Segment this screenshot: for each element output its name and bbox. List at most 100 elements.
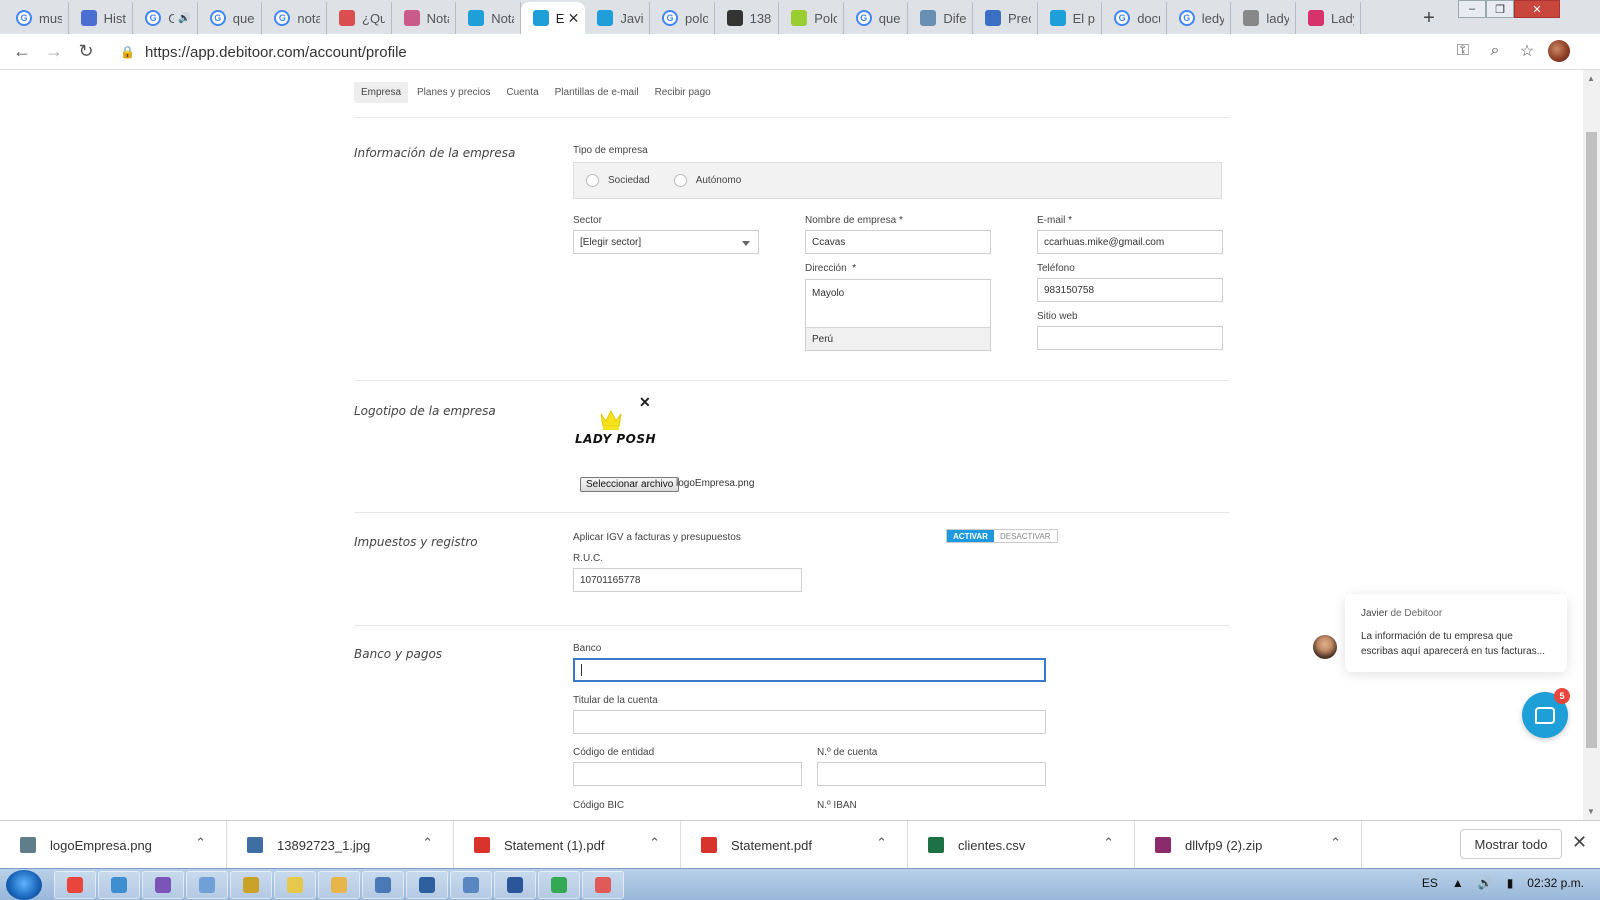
taskbar-app-button[interactable] bbox=[186, 871, 228, 899]
subnav-tab[interactable]: Recibir pago bbox=[648, 82, 718, 103]
download-item[interactable]: 13892723_1.jpg ⌃ bbox=[227, 821, 454, 869]
radio-autonomo[interactable]: Autónomo bbox=[673, 174, 741, 187]
close-download-shelf-icon[interactable]: ✕ bbox=[1572, 832, 1587, 853]
restore-button[interactable]: ❐ bbox=[1486, 0, 1514, 18]
phone-input[interactable]: 983150758 bbox=[1037, 278, 1223, 302]
download-item[interactable]: clientes.csv ⌃ bbox=[908, 821, 1135, 869]
browser-tab[interactable]: Gpolo bbox=[650, 2, 715, 34]
entity-code-input[interactable] bbox=[573, 762, 802, 786]
browser-tab[interactable]: Gque bbox=[844, 2, 909, 34]
close-tab-icon[interactable]: ✕ bbox=[564, 10, 580, 27]
browser-tab[interactable]: Gledy bbox=[1167, 2, 1232, 34]
browser-tab[interactable]: 1389 bbox=[715, 2, 780, 34]
taskbar-app-button[interactable] bbox=[494, 871, 536, 899]
browser-tab[interactable]: GG 🔊 bbox=[133, 2, 198, 34]
subnav-tab[interactable]: Planes y precios bbox=[410, 82, 497, 103]
scrollbar-thumb[interactable] bbox=[1586, 132, 1597, 748]
scroll-down-icon[interactable]: ▼ bbox=[1587, 807, 1595, 816]
browser-tab[interactable]: Gnota bbox=[262, 2, 327, 34]
chevron-up-icon[interactable]: ⌃ bbox=[876, 835, 887, 851]
reload-button[interactable]: ↻ bbox=[70, 36, 102, 68]
browser-tab[interactable]: lady bbox=[1231, 2, 1296, 34]
taskbar-app-button[interactable] bbox=[98, 871, 140, 899]
remove-logo-icon[interactable]: ✕ bbox=[639, 394, 651, 411]
chevron-up-icon[interactable]: ⌃ bbox=[1330, 835, 1341, 851]
chevron-up-icon[interactable]: ⌃ bbox=[422, 835, 433, 851]
deactivate-button[interactable]: DESACTIVAR bbox=[993, 530, 1057, 542]
profile-avatar[interactable] bbox=[1548, 40, 1570, 62]
new-tab-button[interactable]: + bbox=[1416, 5, 1442, 31]
browser-tab[interactable]: Lady bbox=[1296, 2, 1361, 34]
language-indicator[interactable]: ES bbox=[1422, 876, 1438, 890]
bank-input[interactable] bbox=[573, 658, 1046, 682]
address-bar[interactable]: 🔒 https://app.debitoor.com/account/profi… bbox=[108, 37, 1388, 67]
taskbar-app-button[interactable] bbox=[582, 871, 624, 899]
download-item[interactable]: dllvfp9 (2).zip ⌃ bbox=[1135, 821, 1362, 869]
network-signal-icon[interactable]: ▮ bbox=[1507, 876, 1514, 890]
taskbar-app-button[interactable] bbox=[274, 871, 316, 899]
tab-audio-icon[interactable]: 🔊 bbox=[178, 13, 190, 24]
company-name-input[interactable]: Ccavas bbox=[805, 230, 991, 254]
taskbar-app-button[interactable] bbox=[142, 871, 184, 899]
taskbar-app-button[interactable] bbox=[450, 871, 492, 899]
tray-arrow-icon[interactable]: ▲ bbox=[1452, 876, 1464, 890]
browser-tab[interactable]: Histo bbox=[69, 2, 134, 34]
clock[interactable]: 02:32 p.m. bbox=[1527, 876, 1584, 890]
browser-tab[interactable]: Javie bbox=[585, 2, 650, 34]
browser-tab[interactable]: E ✕ bbox=[520, 2, 586, 34]
chart-icon bbox=[985, 10, 1001, 26]
page-scrollbar[interactable]: ▲ ▼ bbox=[1583, 70, 1600, 820]
activate-button[interactable]: ACTIVAR bbox=[947, 530, 994, 542]
radio-sociedad[interactable]: Sociedad bbox=[586, 174, 650, 187]
chevron-up-icon[interactable]: ⌃ bbox=[195, 835, 206, 851]
browser-tab[interactable]: Preci bbox=[973, 2, 1038, 34]
back-button[interactable]: ← bbox=[6, 36, 38, 68]
ruc-input[interactable]: 10701165778 bbox=[573, 568, 802, 592]
chevron-up-icon[interactable]: ⌃ bbox=[649, 835, 660, 851]
browser-tab[interactable]: Difer bbox=[908, 2, 973, 34]
bookmark-star-icon[interactable]: ☆ bbox=[1516, 38, 1538, 64]
account-holder-input[interactable] bbox=[573, 710, 1046, 734]
volume-icon[interactable]: 🔊 bbox=[1478, 876, 1493, 890]
sector-select[interactable]: [Elegir sector] bbox=[573, 230, 759, 254]
website-input[interactable] bbox=[1037, 326, 1223, 350]
subnav-tab[interactable]: Empresa bbox=[354, 82, 409, 103]
key-icon[interactable]: ⚿ bbox=[1452, 38, 1474, 64]
browser-tab[interactable]: ¿Qué bbox=[327, 2, 392, 34]
chevron-up-icon[interactable]: ⌃ bbox=[1103, 835, 1114, 851]
chat-message-card[interactable]: Javier de Debitoor La información de tu … bbox=[1345, 594, 1567, 672]
zoom-icon[interactable]: ⌕ bbox=[1484, 38, 1506, 64]
country-field[interactable]: Perú bbox=[806, 327, 990, 350]
selected-file-name: logoEmpresa.png bbox=[676, 478, 755, 489]
browser-tab[interactable]: Nota bbox=[392, 2, 457, 34]
address-input[interactable]: Mayolo bbox=[806, 280, 990, 328]
download-item[interactable]: Statement (1).pdf ⌃ bbox=[454, 821, 681, 869]
taskbar-app-button[interactable] bbox=[54, 871, 96, 899]
chrome-icon bbox=[551, 877, 567, 893]
browser-tab[interactable]: Gmusi bbox=[4, 2, 69, 34]
window-close-button[interactable]: ✕ bbox=[1514, 0, 1560, 18]
subnav-tab[interactable]: Cuenta bbox=[499, 82, 545, 103]
browser-tab[interactable]: El pr bbox=[1038, 2, 1103, 34]
download-item[interactable]: logoEmpresa.png ⌃ bbox=[0, 821, 227, 869]
scroll-up-icon[interactable]: ▲ bbox=[1587, 74, 1595, 83]
browser-tab[interactable]: Gque bbox=[198, 2, 263, 34]
taskbar-app-button[interactable] bbox=[318, 871, 360, 899]
taskbar-app-button[interactable] bbox=[406, 871, 448, 899]
browser-tab[interactable]: Nota bbox=[456, 2, 521, 34]
subnav-tab[interactable]: Plantillas de e-mail bbox=[548, 82, 646, 103]
account-number-input[interactable] bbox=[817, 762, 1046, 786]
select-file-button[interactable]: Seleccionar archivo bbox=[580, 477, 680, 492]
taskbar-app-button[interactable] bbox=[230, 871, 272, 899]
email-input[interactable]: ccarhuas.mike@gmail.com bbox=[1037, 230, 1223, 254]
forward-button[interactable]: → bbox=[38, 36, 70, 68]
minimize-button[interactable]: – bbox=[1458, 0, 1486, 18]
start-button[interactable] bbox=[6, 870, 42, 900]
browser-tab[interactable]: Polo bbox=[779, 2, 844, 34]
taskbar-app-button[interactable] bbox=[538, 871, 580, 899]
taskbar-app-button[interactable] bbox=[362, 871, 404, 899]
show-all-downloads-button[interactable]: Mostrar todo bbox=[1460, 829, 1562, 859]
address-field[interactable]: Mayolo Perú bbox=[805, 279, 991, 351]
browser-tab[interactable]: Gdocu bbox=[1102, 2, 1167, 34]
download-item[interactable]: Statement.pdf ⌃ bbox=[681, 821, 908, 869]
